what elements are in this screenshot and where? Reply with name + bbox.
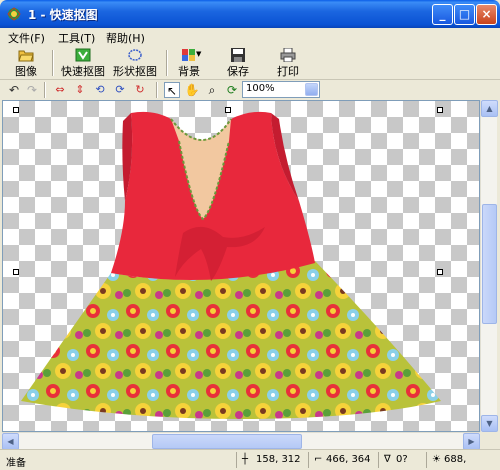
status-cursor: 158, 312 <box>256 454 301 465</box>
app-icon <box>7 7 21 21</box>
zoom-icon[interactable]: ⌕ <box>204 82 220 98</box>
quick-cutout-label: 快速抠图 <box>61 65 105 78</box>
flip-vertical-icon[interactable]: ⇕ <box>72 82 88 98</box>
maximize-button[interactable]: □ <box>454 4 475 25</box>
status-bar: 准备 ┼ 158, 312 ⌐ 466, 364 ∇ 0? ☀ 688, <box>0 449 500 470</box>
toolbar-separator <box>166 50 168 76</box>
rotate-left-icon[interactable]: ⟲ <box>92 82 108 98</box>
zoom-select[interactable]: 100% <box>242 81 320 98</box>
main-toolbar: 图像 快速抠图 形状抠图 背景 ▼ 保存 打印 <box>0 46 500 80</box>
menu-help[interactable]: 帮助(H) <box>106 30 145 46</box>
scroll-up-icon[interactable]: ▲ <box>481 100 498 117</box>
angle-icon: ∇ <box>384 454 391 465</box>
scrollbar-corner <box>480 432 497 449</box>
image-button[interactable]: 图像 <box>8 47 44 79</box>
zoom-value: 100% <box>246 83 275 94</box>
save-label: 保存 <box>227 65 249 78</box>
selection-handle[interactable] <box>225 107 231 113</box>
shape-cutout-icon <box>128 49 142 61</box>
print-icon <box>280 48 296 62</box>
toolbar-separator <box>156 82 158 98</box>
image-canvas[interactable] <box>2 100 480 432</box>
size-icon: ⌐ <box>314 454 323 465</box>
shape-cutout-button[interactable]: 形状抠图 <box>110 47 160 79</box>
dress-image <box>21 111 441 419</box>
pointer-icon[interactable]: ↖ <box>164 82 180 98</box>
status-text: 准备 <box>6 458 26 469</box>
background-label: 背景 <box>178 65 200 78</box>
status-angle: 0? <box>396 454 408 465</box>
selection-handle[interactable] <box>13 269 19 275</box>
status-size: 466, 364 <box>326 454 371 465</box>
dropdown-arrow-icon[interactable]: ▼ <box>196 50 201 58</box>
scroll-right-icon[interactable]: ▶ <box>463 433 480 450</box>
rotate-right-icon[interactable]: ⟳ <box>112 82 128 98</box>
flip-horizontal-icon[interactable]: ⇔ <box>52 82 68 98</box>
quick-cutout-icon <box>75 48 91 62</box>
undo-icon[interactable]: ↶ <box>6 82 22 98</box>
vertical-scrollbar[interactable]: ▲ ▼ <box>480 100 498 432</box>
horizontal-scrollbar[interactable]: ◀ ▶ <box>2 432 480 450</box>
print-label: 打印 <box>277 65 299 78</box>
scroll-left-icon[interactable]: ◀ <box>2 433 19 450</box>
quick-cutout-button[interactable]: 快速抠图 <box>58 47 108 79</box>
print-button[interactable]: 打印 <box>272 47 304 79</box>
selection-handle[interactable] <box>437 107 443 113</box>
status-separator <box>378 452 379 468</box>
redo-icon[interactable]: ↷ <box>24 82 40 98</box>
menu-tools[interactable]: 工具(T) <box>58 30 95 46</box>
menu-file[interactable]: 文件(F) <box>8 30 45 46</box>
minimize-button[interactable]: _ <box>432 4 453 25</box>
status-separator <box>308 452 309 468</box>
chevron-down-icon[interactable] <box>305 83 318 96</box>
status-separator <box>236 452 237 468</box>
sun-icon: ☀ <box>432 454 441 465</box>
status-separator <box>426 452 427 468</box>
save-button[interactable]: 保存 <box>222 47 254 79</box>
toolbar-separator <box>52 50 54 76</box>
fit-icon[interactable]: ⟳ <box>224 82 240 98</box>
title-bar: 1 - 快速抠图 _ □ × <box>0 0 500 28</box>
image-label: 图像 <box>15 65 37 78</box>
status-extra: 688, <box>444 454 467 465</box>
toolbar-separator <box>44 82 46 98</box>
open-folder-icon <box>18 50 34 62</box>
rotate-free-icon[interactable]: ↻ <box>132 82 148 98</box>
background-icon <box>182 49 195 61</box>
window-title: 1 - 快速抠图 <box>28 8 98 22</box>
hand-icon[interactable]: ✋ <box>184 82 200 98</box>
menu-bar: 文件(F) 工具(T) 帮助(H) <box>0 28 500 46</box>
selection-handle[interactable] <box>13 107 19 113</box>
close-button[interactable]: × <box>476 4 497 25</box>
selection-handle[interactable] <box>437 269 443 275</box>
save-icon <box>231 48 245 62</box>
shape-cutout-label: 形状抠图 <box>113 65 157 78</box>
horizontal-scroll-thumb[interactable] <box>152 434 302 449</box>
scroll-down-icon[interactable]: ▼ <box>481 415 498 432</box>
crosshair-icon: ┼ <box>242 454 249 465</box>
vertical-scroll-thumb[interactable] <box>482 204 497 324</box>
secondary-toolbar: ↶ ↷ ⇔ ⇕ ⟲ ⟳ ↻ ↖ ✋ ⌕ ⟳ 100% <box>0 80 500 100</box>
